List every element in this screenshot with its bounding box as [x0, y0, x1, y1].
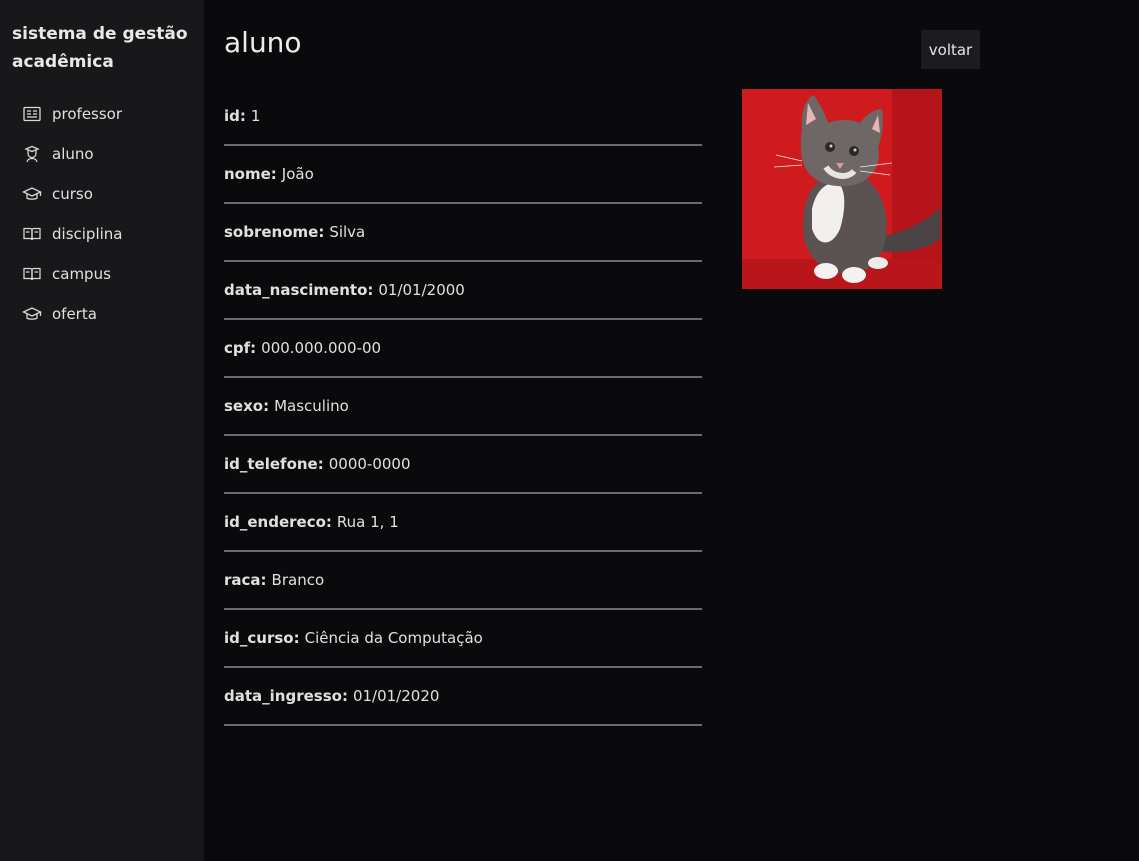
student-icon: [22, 144, 42, 164]
sidebar-item-label: professor: [52, 105, 123, 123]
field-row-id-curso: id_curso: Ciência da Computação: [224, 610, 702, 668]
sidebar-item-campus[interactable]: campus: [12, 254, 192, 294]
app-title: sistema de gestão acadêmica: [12, 24, 188, 72]
field-label: id_endereco:: [224, 513, 332, 531]
sidebar-item-professor[interactable]: professor: [12, 94, 192, 134]
book-icon: [22, 264, 42, 284]
sidebar-nav: professor aluno curso disciplina campus …: [12, 94, 192, 334]
student-details: id: 1 nome: João sobrenome: Silva data_n…: [224, 88, 702, 726]
field-row-nome: nome: João: [224, 146, 702, 204]
field-value: Branco: [271, 571, 325, 589]
sidebar-item-curso[interactable]: curso: [12, 174, 192, 214]
page-title: aluno: [224, 26, 302, 59]
sidebar-item-label: curso: [52, 185, 93, 203]
field-row-data-nascimento: data_nascimento: 01/01/2000: [224, 262, 702, 320]
field-value: Rua 1, 1: [336, 513, 399, 531]
field-value: João: [281, 165, 314, 183]
field-label: id:: [224, 107, 246, 125]
sidebar: sistema de gestão acadêmica professor al…: [0, 0, 204, 861]
field-row-id-telefone: id_telefone: 0000-0000: [224, 436, 702, 494]
sidebar-item-oferta[interactable]: oferta: [12, 294, 192, 334]
field-row-raca: raca: Branco: [224, 552, 702, 610]
sidebar-item-label: aluno: [52, 145, 94, 163]
book-icon: [22, 224, 42, 244]
sidebar-item-aluno[interactable]: aluno: [12, 134, 192, 174]
field-label: id_curso:: [224, 629, 300, 647]
field-value: Ciência da Computação: [304, 629, 483, 647]
graduation-cap-icon: [22, 304, 42, 324]
field-row-sobrenome: sobrenome: Silva: [224, 204, 702, 262]
student-photo: [742, 89, 942, 289]
field-label: data_nascimento:: [224, 281, 374, 299]
kitten-image: [742, 89, 942, 289]
back-button[interactable]: voltar: [921, 30, 980, 69]
main-content: aluno voltar id: 1 nome: João sobrenome:…: [204, 0, 1139, 861]
graduation-cap-icon: [22, 184, 42, 204]
field-value: 000.000.000-00: [261, 339, 382, 357]
field-row-id-endereco: id_endereco: Rua 1, 1: [224, 494, 702, 552]
field-value: 1: [250, 107, 261, 125]
app: sistema de gestão acadêmica professor al…: [0, 0, 1139, 861]
field-value: Masculino: [274, 397, 349, 415]
field-row-cpf: cpf: 000.000.000-00: [224, 320, 702, 378]
field-row-data-ingresso: data_ingresso: 01/01/2020: [224, 668, 702, 726]
id-card-icon: [22, 104, 42, 124]
field-value: 0000-0000: [328, 455, 411, 473]
field-label: id_telefone:: [224, 455, 324, 473]
sidebar-item-label: campus: [52, 265, 111, 283]
field-label: data_ingresso:: [224, 687, 348, 705]
field-value: 01/01/2020: [352, 687, 440, 705]
field-label: cpf:: [224, 339, 257, 357]
field-row-sexo: sexo: Masculino: [224, 378, 702, 436]
field-value: Silva: [329, 223, 366, 241]
field-value: 01/01/2000: [378, 281, 465, 299]
field-label: nome:: [224, 165, 277, 183]
sidebar-item-label: oferta: [52, 305, 97, 323]
sidebar-item-label: disciplina: [52, 225, 123, 243]
field-row-id: id: 1: [224, 88, 702, 146]
field-label: sobrenome:: [224, 223, 325, 241]
sidebar-item-disciplina[interactable]: disciplina: [12, 214, 192, 254]
field-label: raca:: [224, 571, 267, 589]
field-label: sexo:: [224, 397, 270, 415]
